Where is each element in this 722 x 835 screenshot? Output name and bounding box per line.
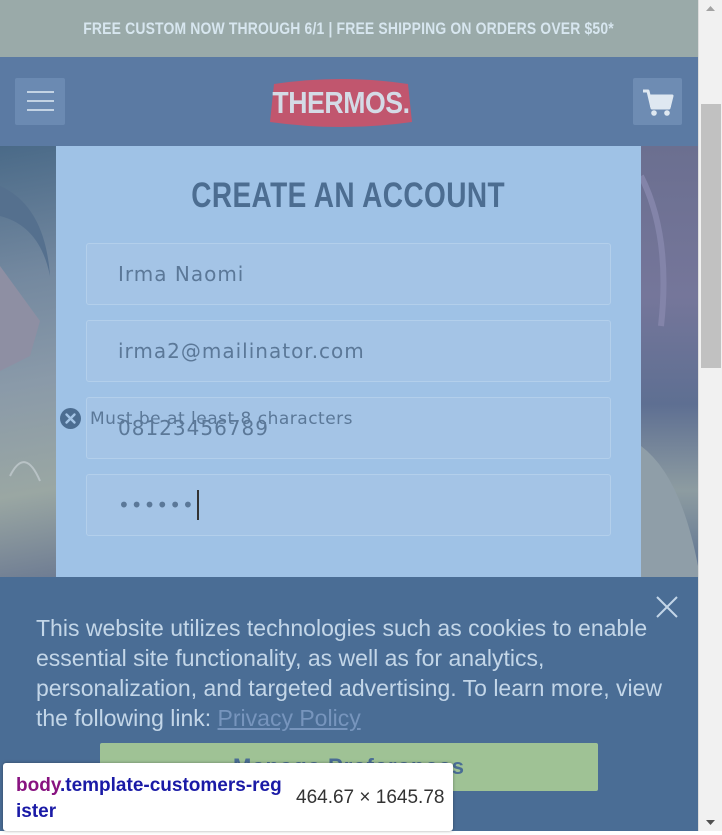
scroll-down-arrow-icon[interactable]: [699, 814, 722, 831]
logo-text: THERMOS.: [272, 85, 410, 120]
name-field[interactable]: Irma Naomi: [86, 243, 611, 305]
food-image-right: [638, 174, 698, 577]
scroll-up-glyph: [706, 6, 715, 11]
cookie-banner-text: This website utilizes technologies such …: [36, 613, 666, 733]
text-caret: [196, 490, 199, 520]
menu-button[interactable]: [15, 78, 65, 125]
thermos-logo[interactable]: THERMOS.: [266, 76, 416, 130]
background-photo-right: [638, 146, 698, 577]
create-account-card: CREATE AN ACCOUNT Irma Naomi irma2@maili…: [56, 146, 641, 577]
privacy-policy-link[interactable]: Privacy Policy: [218, 705, 361, 731]
devtools-element-tooltip: body.template-customers-register 464.67 …: [3, 763, 453, 831]
name-field-value: Irma Naomi: [118, 262, 245, 286]
tooltip-tag: body: [16, 775, 60, 796]
tooltip-selector: body.template-customers-register: [16, 773, 286, 825]
password-field[interactable]: ••••••: [86, 474, 611, 536]
scroll-down-glyph: [706, 820, 715, 825]
password-field-value: ••••••: [118, 493, 195, 517]
vertical-scrollbar[interactable]: [698, 0, 722, 831]
site-header: THERMOS.: [0, 57, 698, 146]
scrollbar-thumb[interactable]: [701, 104, 721, 368]
shopping-cart-icon: [643, 89, 674, 116]
promo-bar: FREE CUSTOM NOW THROUGH 6/1 | FREE SHIPP…: [0, 0, 698, 57]
email-field-value: irma2@mailinator.com: [118, 339, 365, 363]
page-viewport: FREE CUSTOM NOW THROUGH 6/1 | FREE SHIPP…: [0, 0, 698, 831]
scroll-up-arrow-icon[interactable]: [699, 0, 722, 17]
email-field[interactable]: irma2@mailinator.com: [86, 320, 611, 382]
password-error-message: Must be at least 8 characters: [60, 408, 353, 429]
background-photo-left: [0, 146, 56, 577]
promo-text: FREE CUSTOM NOW THROUGH 6/1 | FREE SHIPP…: [83, 18, 615, 38]
page-title: CREATE AN ACCOUNT: [191, 176, 506, 215]
food-image: [0, 186, 50, 482]
cart-button[interactable]: [633, 78, 682, 125]
password-error-text: Must be at least 8 characters: [90, 408, 354, 429]
tooltip-size: 464.67 × 1645.78: [296, 787, 445, 808]
error-x-circle-icon: [60, 408, 81, 429]
